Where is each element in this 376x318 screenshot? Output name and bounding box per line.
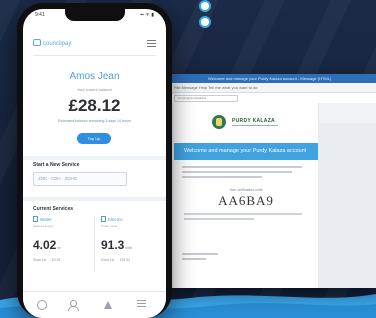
email-paragraph (174, 160, 318, 178)
status-time: 9:41 (35, 12, 45, 18)
brand-logo: councilpay (33, 39, 71, 47)
top-up-button[interactable]: Top Up (77, 133, 111, 144)
service-name: Water (33, 216, 91, 222)
logo-text: PURDY KALAZA (232, 118, 275, 124)
sender-field: noreply@purdykalaza (174, 95, 238, 102)
phone-screen: 9:41 ▪▪ ᯤ ▮ councilpay Amos Jean Your cu… (23, 9, 166, 318)
start-service-label: Start a New Service (33, 162, 80, 168)
code-note (174, 209, 318, 220)
user-icon[interactable] (68, 300, 79, 311)
code-label: Your verification code (229, 188, 263, 192)
balance-amount: £28.12 (68, 96, 121, 115)
welcome-banner: Welcome and manage your Purdy Kalaza acc… (174, 143, 318, 160)
status-bar: 9:41 ▪▪ ᯤ ▮ (35, 12, 154, 20)
service-value: 4.02m³ (33, 238, 62, 252)
current-services-label: Current Services (33, 206, 74, 212)
app-header: councilpay (33, 37, 156, 51)
header-divider (33, 55, 156, 56)
seal-icon (212, 115, 226, 129)
balance-label: Your current balance (77, 88, 112, 92)
menu-icon[interactable] (137, 300, 147, 310)
alert-icon[interactable] (103, 300, 113, 310)
service-card-water[interactable]: Water Metered supply 4.02m³ Since 1st £3.… (33, 216, 91, 274)
service-unit: kWh (125, 246, 133, 250)
window-menu[interactable]: File Message Help Tell me what you want … (168, 83, 376, 93)
decorative-dots (199, 0, 211, 32)
service-footer: Since 1st £24.94 (101, 258, 130, 262)
email-body: PURDY KALAZA Welcome and manage your Pur… (174, 103, 319, 288)
balance-note: Estimated balance remaining 3 days 14 ho… (58, 119, 131, 123)
section-divider (23, 156, 166, 160)
service-name: Electric (101, 216, 159, 222)
window-title: Welcome and manage your Purdy Kalaza acc… (168, 74, 376, 83)
signal-icon: ▪▪ ᯤ ▮ (140, 12, 154, 18)
email-side-panel (318, 123, 376, 288)
service-card-electric[interactable]: Electric Smart meter 91.3kWh Since 1st £2… (101, 216, 159, 274)
verification-code: AA6BA9 (218, 193, 274, 208)
user-name: Amos Jean (69, 71, 120, 82)
hamburger-menu-icon[interactable] (147, 40, 156, 47)
laptop-screen: Welcome and manage your Purdy Kalaza acc… (168, 74, 376, 288)
service-divider (94, 216, 95, 271)
phone: 9:41 ▪▪ ᯤ ▮ councilpay Amos Jean Your cu… (17, 3, 172, 318)
email-logo: PURDY KALAZA (174, 103, 318, 143)
email-signature (182, 253, 222, 263)
service-subtitle: Metered supply (33, 224, 54, 228)
email-content: PURDY KALAZA Welcome and manage your Pur… (168, 103, 376, 288)
section-divider (23, 197, 166, 201)
service-unit: m³ (57, 246, 62, 250)
service-footer: Since 1st £3.18 (33, 258, 61, 262)
bottom-tab-bar (23, 291, 166, 318)
home-icon[interactable] (37, 300, 47, 310)
service-subtitle: Smart meter (101, 224, 118, 228)
logo-underline (232, 125, 278, 126)
service-value: 91.3kWh (101, 238, 133, 252)
start-service-input[interactable]: ZNK · CBH · ZDHG (33, 172, 127, 186)
